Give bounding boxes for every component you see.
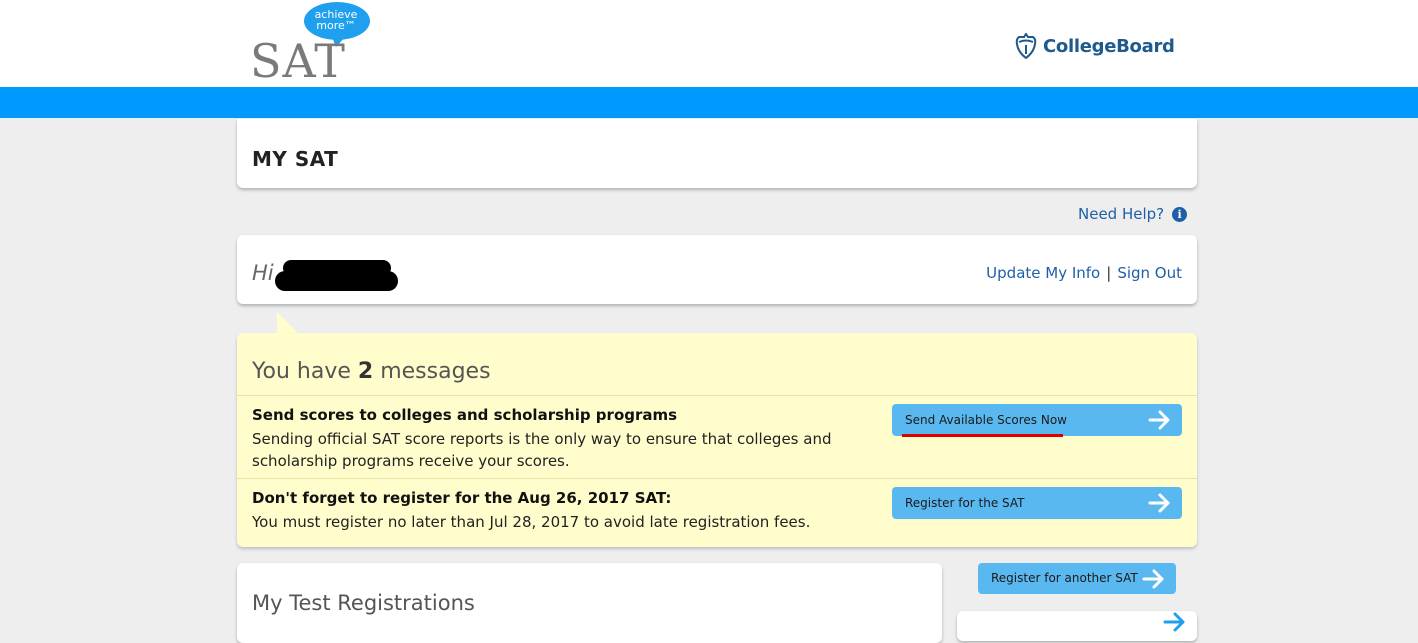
arrow-right-icon [1148,410,1170,430]
greeting-text: Hi [252,261,274,285]
message-body: You must register no later than Jul 28, … [252,513,811,531]
message-title: Send scores to colleges and scholarship … [252,406,678,424]
info-icon: i [1172,206,1188,222]
message-pointer [277,312,299,334]
messages-heading: You have 2 messages [252,359,491,384]
header-accent-bar [0,87,1418,118]
register-another-label: Register for another SAT [991,571,1138,585]
account-links: Update My Info | Sign Out [986,264,1182,282]
message-body: Sending official SAT score reports is th… [252,430,832,470]
arrow-right-icon [1148,493,1170,513]
message-count: 2 [357,359,374,384]
messages-panel: You have 2 messages Send scores to colle… [237,333,1197,547]
register-another-sat-button[interactable]: Register for another SAT [978,563,1176,594]
site-header [0,0,1418,87]
sat-logo-text: SAT [250,34,346,88]
sat-bubble-text: achieve more™ [314,8,358,32]
arrow-right-icon [1163,612,1185,632]
acorn-icon [1015,33,1037,59]
message-item: Don't forget to register for the Aug 26,… [237,478,1197,548]
page-title-card: MY SAT [237,119,1197,188]
side-link-card[interactable] [957,611,1197,641]
register-sat-label: Register for the SAT [905,496,1025,510]
collegeboard-wordmark: CollegeBoard [1043,35,1175,57]
send-scores-label: Send Available Scores Now [905,413,1067,427]
sign-out-link[interactable]: Sign Out [1117,264,1182,282]
highlight-underline [902,434,1063,437]
send-scores-button[interactable]: Send Available Scores Now [892,404,1182,436]
register-sat-button[interactable]: Register for the SAT [892,487,1182,519]
need-help-link[interactable]: Need Help? i [1078,205,1188,223]
collegeboard-logo[interactable]: CollegeBoard [1015,30,1175,62]
update-info-link[interactable]: Update My Info [986,264,1100,282]
need-help-label: Need Help? [1078,205,1165,223]
test-registrations-card: My Test Registrations [237,563,942,643]
page-title: MY SAT [252,147,339,171]
redacted-username [275,271,398,291]
message-title: Don't forget to register for the Aug 26,… [252,489,672,507]
sat-logo[interactable]: achieve more™ SAT [250,0,375,86]
registrations-title: My Test Registrations [252,591,475,615]
arrow-right-icon [1142,569,1164,589]
link-separator: | [1106,264,1112,282]
